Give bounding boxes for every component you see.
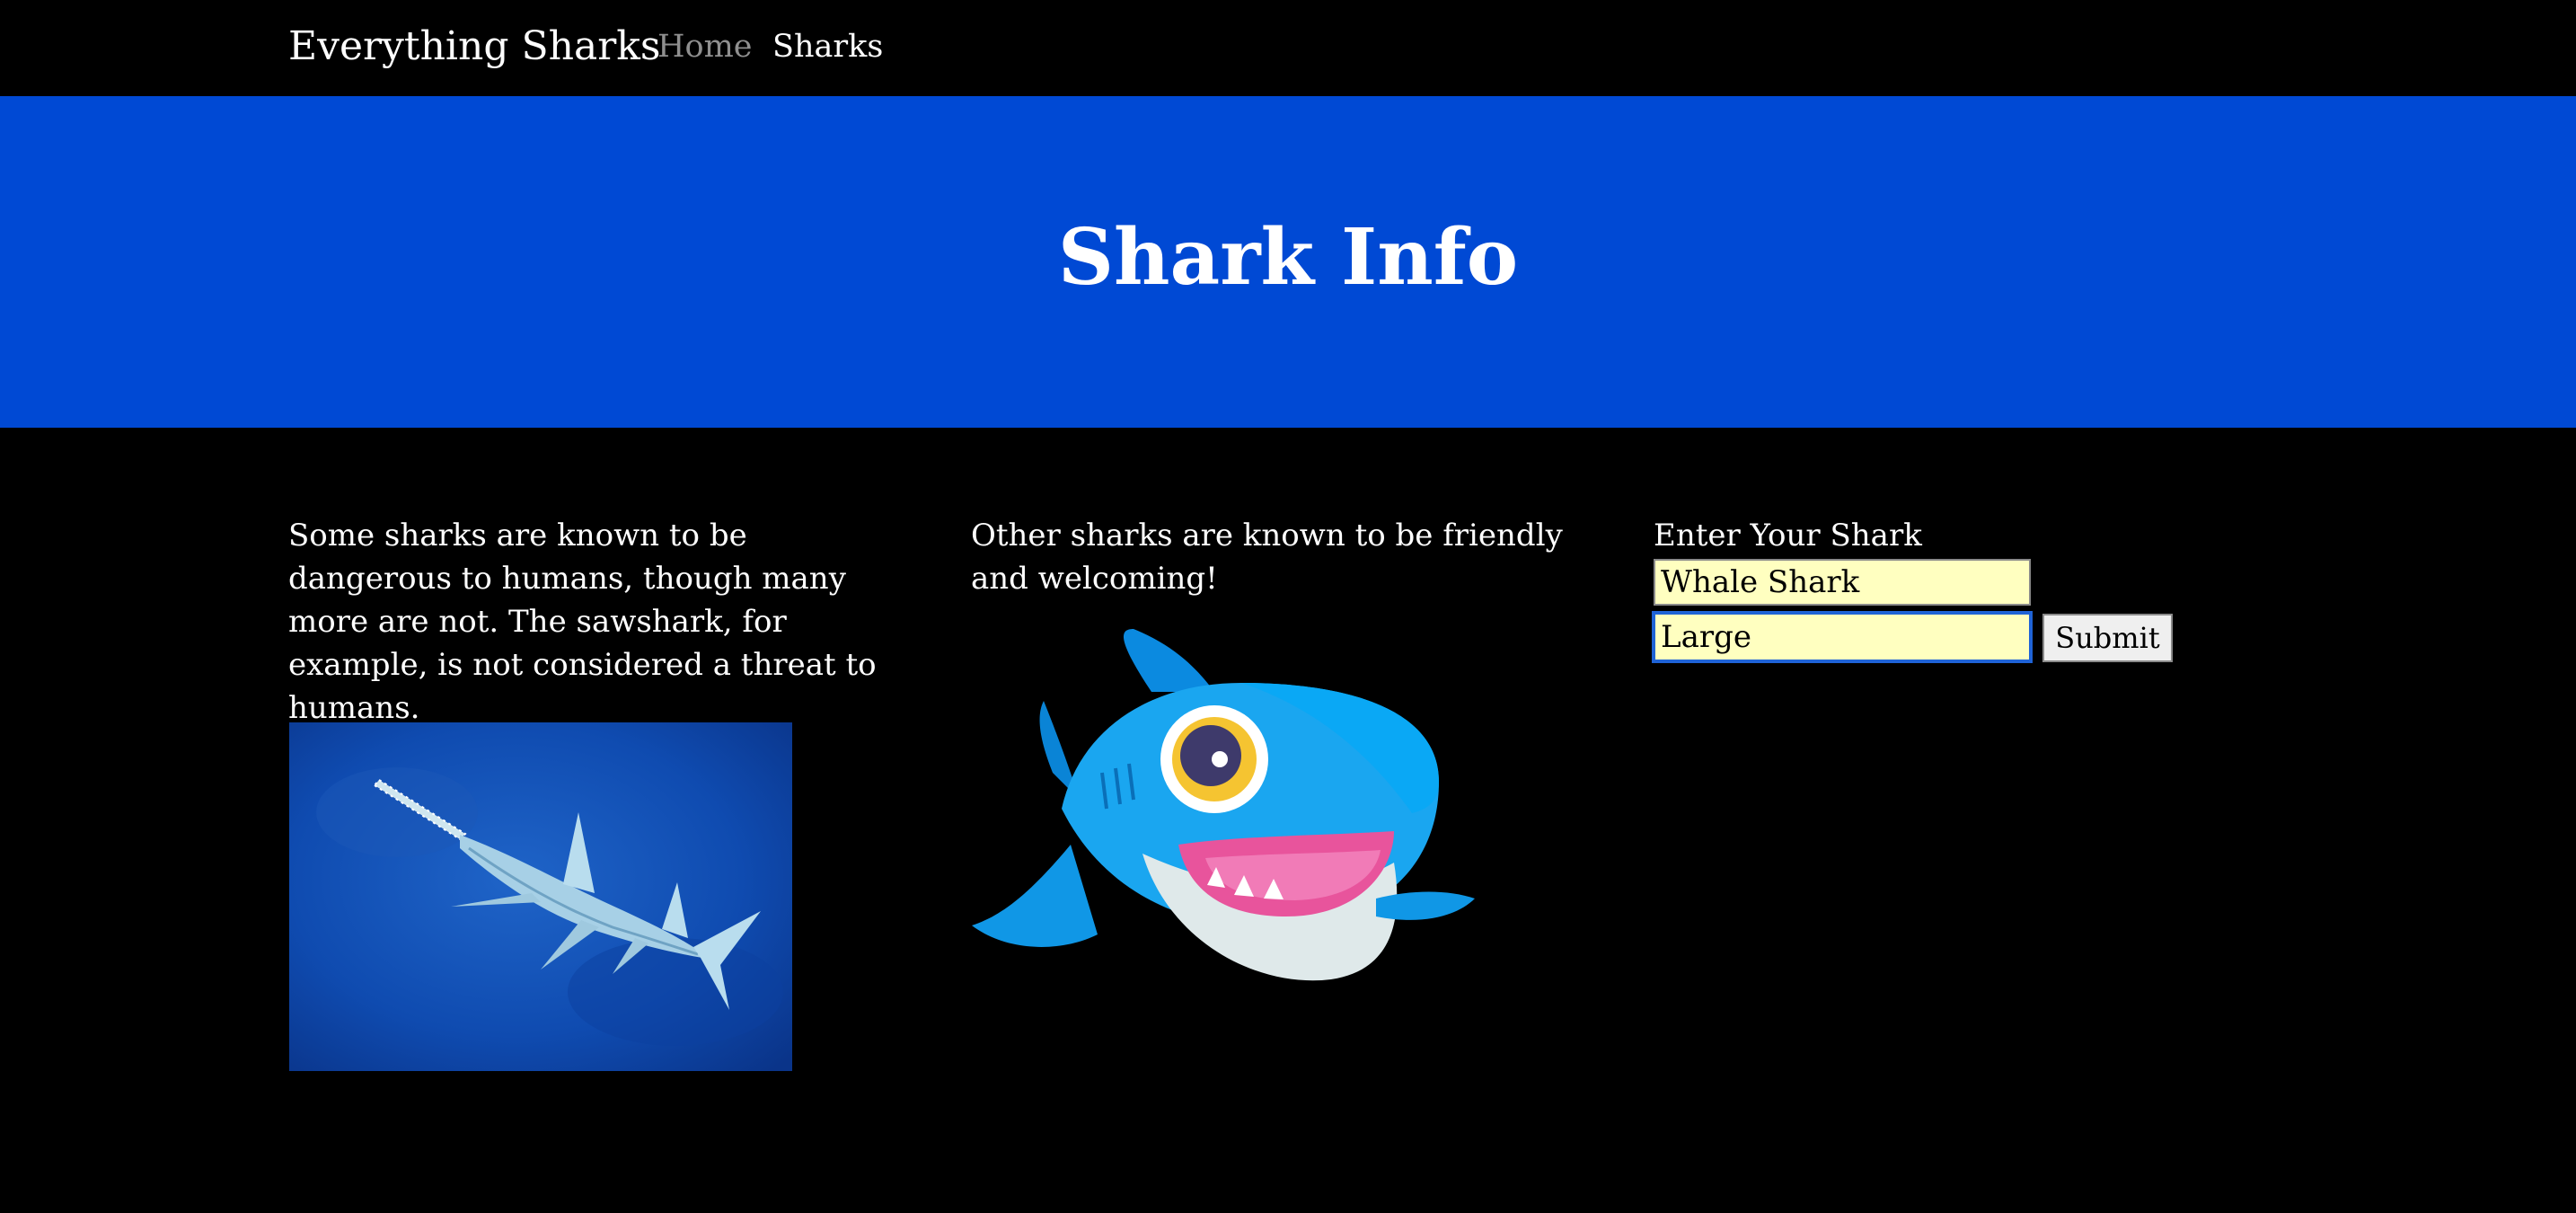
shark-name-input[interactable] — [1654, 559, 2031, 606]
brand-link[interactable]: Everything Sharks — [288, 18, 660, 75]
hero-banner: Shark Info — [0, 96, 2576, 428]
friendly-shark-description: Other sharks are known to be friendly an… — [971, 518, 1563, 597]
sawshark-photo — [289, 722, 792, 1071]
form-label: Enter Your Shark — [1654, 518, 1922, 553]
navbar: Everything Sharks Home Sharks — [0, 0, 2576, 96]
submit-button[interactable]: Submit — [2042, 614, 2173, 662]
page-title: Shark Info — [1057, 212, 1519, 303]
shark-size-input[interactable] — [1652, 611, 2033, 663]
nav-link-sharks[interactable]: Sharks — [772, 18, 883, 75]
sawshark-description: Some sharks are known to be dangerous to… — [288, 518, 877, 726]
cartoon-shark-image — [972, 629, 1475, 981]
nav-link-home[interactable]: Home — [657, 18, 753, 75]
